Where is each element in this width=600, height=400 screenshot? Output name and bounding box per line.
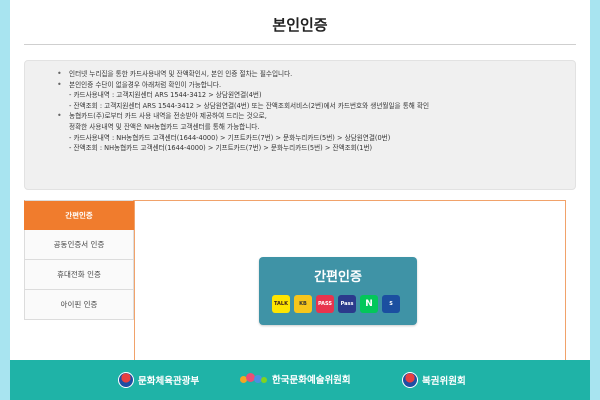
notice-subline: - 카드사용내역 : 고객지원센터 ARS 1544-3412 > 상담원연결(…: [69, 91, 262, 100]
footer: 문화체육관광부 한국문화예술위원회 복권위원회: [10, 360, 590, 400]
page-title: 본인인증: [272, 16, 328, 34]
auth-content-panel: 간편인증 TALK KB PASS Pass N S: [134, 200, 566, 363]
kakao-icon: TALK: [272, 295, 290, 313]
lottery-logo-icon: [402, 372, 418, 388]
footer-org-mcst[interactable]: 문화체육관광부: [118, 372, 199, 388]
footer-org-label: 문화체육관광부: [138, 376, 200, 387]
footer-org-label: 복권위원회: [422, 376, 466, 387]
sidebar-item-phone-auth[interactable]: 휴대전화 인증: [24, 260, 134, 290]
sidebar-item-ipin-auth[interactable]: 아이핀 인증: [24, 290, 134, 320]
pass-icon: PASS: [316, 295, 334, 313]
page-container: 본인인증 인터넷 누리집을 통한 카드사용내역 및 잔액확인시, 본인 인증 절…: [10, 0, 590, 400]
sidebar-item-simple-auth[interactable]: 간편인증: [24, 200, 134, 230]
footer-org-label: 한국문화예술위원회: [272, 375, 351, 386]
mcst-logo-icon: [118, 372, 134, 388]
simple-auth-label: 간편인증: [314, 270, 362, 285]
notice-subline: 정확한 사용내역 및 잔액은 NH농협카드 고객센터를 통해 가능합니다.: [69, 122, 260, 131]
simple-auth-button[interactable]: 간편인증 TALK KB PASS Pass N S: [259, 257, 417, 325]
footer-org-arts-council[interactable]: 한국문화예술위원회: [240, 372, 351, 386]
shinhan-icon: S: [382, 295, 400, 313]
sidebar-item-certificate-auth[interactable]: 공동인증서 인증: [24, 230, 134, 260]
arts-council-logo-icon: [240, 373, 268, 385]
payco-icon: Pass: [338, 295, 356, 313]
naver-icon: N: [360, 295, 378, 313]
notice-bullet: 인터넷 누리집을 통한 카드사용내역 및 잔액확인시, 본인 인증 절차는 필수…: [57, 69, 565, 80]
title-divider: [24, 44, 576, 45]
notice-subline: - 잔액조회 : 고객지원센터 ARS 1544-3412 > 상담원연결(4번…: [69, 101, 430, 110]
notice-subline: - 잔액조회 : NH농협카드 고객센터(1644-4000) > 기프트카드(…: [69, 144, 373, 153]
auth-method-sidebar: 간편인증 공동인증서 인증 휴대전화 인증 아이핀 인증: [24, 200, 134, 320]
notice-bullet: 본인인증 수단이 없을경우 아래처럼 확인이 가능합니다.: [57, 80, 565, 91]
auth-provider-icons: TALK KB PASS Pass N S: [272, 295, 408, 313]
notice-subline: - 카드사용내역 : NH농협카드 고객센터(1644-4000) > 기프트카…: [69, 133, 391, 142]
footer-org-lottery[interactable]: 복권위원회: [402, 372, 466, 388]
kb-icon: KB: [294, 295, 312, 313]
notice-bullet: 농협카드(주)로부터 카드 사용 내역을 전송받아 제공하여 드리는 것으로,: [57, 111, 565, 122]
notice-box: 인터넷 누리집을 통한 카드사용내역 및 잔액확인시, 본인 인증 절차는 필수…: [24, 60, 576, 190]
